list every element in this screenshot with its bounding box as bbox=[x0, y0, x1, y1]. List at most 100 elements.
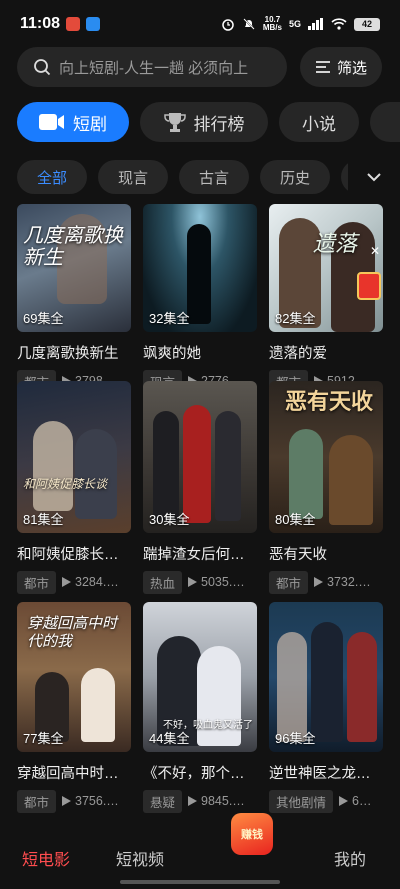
red-packet-overlay[interactable]: ✕ bbox=[353, 244, 383, 304]
drama-card[interactable]: 几度离歌换新生 69集全 几度离歌换新生 都市 3798.… bbox=[17, 204, 131, 393]
poster-title: 恶有天收 bbox=[285, 389, 374, 415]
poster-figure bbox=[215, 411, 241, 521]
drama-card[interactable]: 96集全 逆世神医之龙… 其他剧情 6… bbox=[269, 602, 383, 813]
tab-mine[interactable]: 我的 bbox=[334, 846, 366, 870]
wifi-icon bbox=[331, 18, 347, 30]
play-icon bbox=[314, 577, 324, 587]
poster-figure bbox=[277, 632, 307, 742]
genre-ancient-romance[interactable]: 古言 bbox=[179, 160, 249, 194]
episode-count: 32集全 bbox=[149, 311, 190, 326]
genre-history[interactable]: 历史 bbox=[260, 160, 330, 194]
chevron-down-icon bbox=[367, 173, 381, 182]
drama-poster[interactable]: 恶有天收 80集全 bbox=[269, 381, 383, 533]
genre-tag: 悬疑 bbox=[143, 789, 183, 813]
genre-tag: 其他剧情 bbox=[269, 789, 334, 813]
drama-title: 几度离歌换新生 bbox=[17, 346, 119, 362]
tab-short-drama[interactable]: 短剧 bbox=[17, 102, 129, 142]
notification-app-icon bbox=[66, 17, 81, 31]
signal-label: 5G bbox=[288, 19, 301, 29]
view-count: 5035.… bbox=[188, 575, 245, 589]
episode-count: 30集全 bbox=[149, 512, 190, 527]
episode-count: 96集全 bbox=[275, 731, 316, 746]
poster-figure bbox=[187, 224, 211, 324]
poster-figure bbox=[81, 668, 115, 742]
drama-poster[interactable]: 96集全 bbox=[269, 602, 383, 752]
poster-title: 几度离歌换新生 bbox=[23, 223, 123, 269]
expand-genres-button[interactable] bbox=[348, 160, 400, 194]
drama-card[interactable]: 和阿姨促膝长谈 81集全 和阿姨促膝长… 都市 3284.… bbox=[17, 381, 131, 594]
poster-figure bbox=[289, 429, 323, 519]
play-icon bbox=[62, 796, 72, 806]
drama-title: 恶有天收 bbox=[269, 547, 327, 563]
play-icon bbox=[62, 577, 72, 587]
battery-icon: 42 bbox=[354, 17, 380, 31]
drama-card[interactable]: 30集全 踹掉渣女后何… 热血 5035.… bbox=[143, 381, 257, 594]
poster-figure bbox=[329, 435, 373, 525]
poster-figure bbox=[153, 411, 179, 521]
drama-poster[interactable]: 几度离歌换新生 69集全 bbox=[17, 204, 131, 332]
net-speed: 10.7 MB/s bbox=[262, 15, 282, 32]
notification-app-icon-2 bbox=[86, 17, 101, 31]
drama-title: 逆世神医之龙… bbox=[269, 766, 371, 782]
episode-count: 69集全 bbox=[23, 311, 64, 326]
poster-title: 穿越回高中时代的我 bbox=[27, 614, 118, 650]
status-bar: 11:08 10.7 MB/s 5G 42 bbox=[0, 0, 400, 48]
drama-card[interactable]: 恶有天收 80集全 恶有天收 都市 3732.… bbox=[269, 381, 383, 594]
drama-poster[interactable]: 32集全 bbox=[143, 204, 257, 332]
drama-poster[interactable]: 30集全 bbox=[143, 381, 257, 533]
view-count: 9845.… bbox=[188, 794, 245, 808]
genre-tag: 都市 bbox=[17, 570, 57, 594]
drama-title: 遗落的爱 bbox=[269, 346, 327, 362]
poster-figure bbox=[75, 429, 117, 519]
episode-count: 82集全 bbox=[275, 311, 316, 326]
episode-count: 81集全 bbox=[23, 512, 64, 527]
drama-title: 踹掉渣女后何… bbox=[143, 547, 245, 563]
poster-figure bbox=[33, 421, 73, 511]
view-count: 3284.… bbox=[62, 575, 119, 589]
tab-ranking[interactable]: 排行榜 bbox=[140, 102, 268, 142]
mute-icon bbox=[243, 18, 255, 30]
drama-title: 《不好，那个吸… bbox=[143, 766, 257, 782]
signal-icon bbox=[308, 18, 323, 30]
drama-poster[interactable]: 遗落 82集全 ✕ bbox=[269, 204, 383, 332]
filter-button[interactable]: 筛选 bbox=[300, 47, 382, 87]
drama-card[interactable]: 遗落 82集全 ✕ 遗落的爱 都市 5912.… bbox=[269, 204, 383, 393]
category-tabs: 短剧 排行榜 小说 新 bbox=[17, 102, 400, 142]
poster-figure bbox=[311, 622, 343, 742]
genre-chips: 全部 现言 古言 历史 … bbox=[17, 160, 400, 194]
play-icon bbox=[339, 796, 349, 806]
genre-modern-romance[interactable]: 现言 bbox=[98, 160, 168, 194]
close-icon[interactable]: ✕ bbox=[370, 244, 380, 258]
earn-money-button[interactable]: 赚钱 bbox=[231, 813, 273, 855]
drama-poster[interactable]: 穿越回高中时代的我 77集全 bbox=[17, 602, 131, 752]
tab-new[interactable]: 新 bbox=[370, 102, 400, 142]
drama-poster[interactable]: 和阿姨促膝长谈 81集全 bbox=[17, 381, 131, 533]
episode-count: 80集全 bbox=[275, 512, 316, 527]
genre-tag: 热血 bbox=[143, 570, 183, 594]
search-icon bbox=[34, 59, 51, 76]
tab-short-video[interactable]: 短视频 bbox=[116, 846, 164, 870]
tab-short-movies[interactable]: 短电影 bbox=[22, 846, 70, 870]
poster-figure bbox=[183, 405, 211, 523]
trophy-icon bbox=[163, 113, 186, 132]
drama-title: 穿越回高中时… bbox=[17, 766, 119, 782]
view-count: 3756.… bbox=[62, 794, 119, 808]
poster-title: 和阿姨促膝长谈 bbox=[23, 477, 108, 491]
tab-novel[interactable]: 小说 bbox=[279, 102, 359, 142]
drama-card[interactable]: 32集全 飒爽的她 现言 2776.… bbox=[143, 204, 257, 393]
play-icon bbox=[188, 796, 198, 806]
search-placeholder: 向上短剧-人生一趟 必须向上 bbox=[59, 59, 249, 77]
alarm-icon bbox=[222, 19, 234, 31]
drama-card[interactable]: 穿越回高中时代的我 77集全 穿越回高中时… 都市 3756.… bbox=[17, 602, 131, 813]
view-count: 3732.… bbox=[314, 575, 371, 589]
status-time: 11:08 bbox=[20, 15, 61, 32]
drama-card[interactable]: 不好，吸血鬼又活了 44集全 《不好，那个吸… 悬疑 9845.… bbox=[143, 602, 257, 813]
view-count: 6… bbox=[339, 794, 371, 808]
video-icon bbox=[39, 114, 64, 130]
drama-poster[interactable]: 不好，吸血鬼又活了 44集全 bbox=[143, 602, 257, 752]
genre-all[interactable]: 全部 bbox=[17, 160, 87, 194]
drama-title: 飒爽的她 bbox=[143, 346, 201, 362]
home-indicator bbox=[120, 880, 280, 884]
episode-count: 44集全 bbox=[149, 731, 190, 746]
search-bar[interactable]: 向上短剧-人生一趟 必须向上 bbox=[17, 47, 287, 87]
